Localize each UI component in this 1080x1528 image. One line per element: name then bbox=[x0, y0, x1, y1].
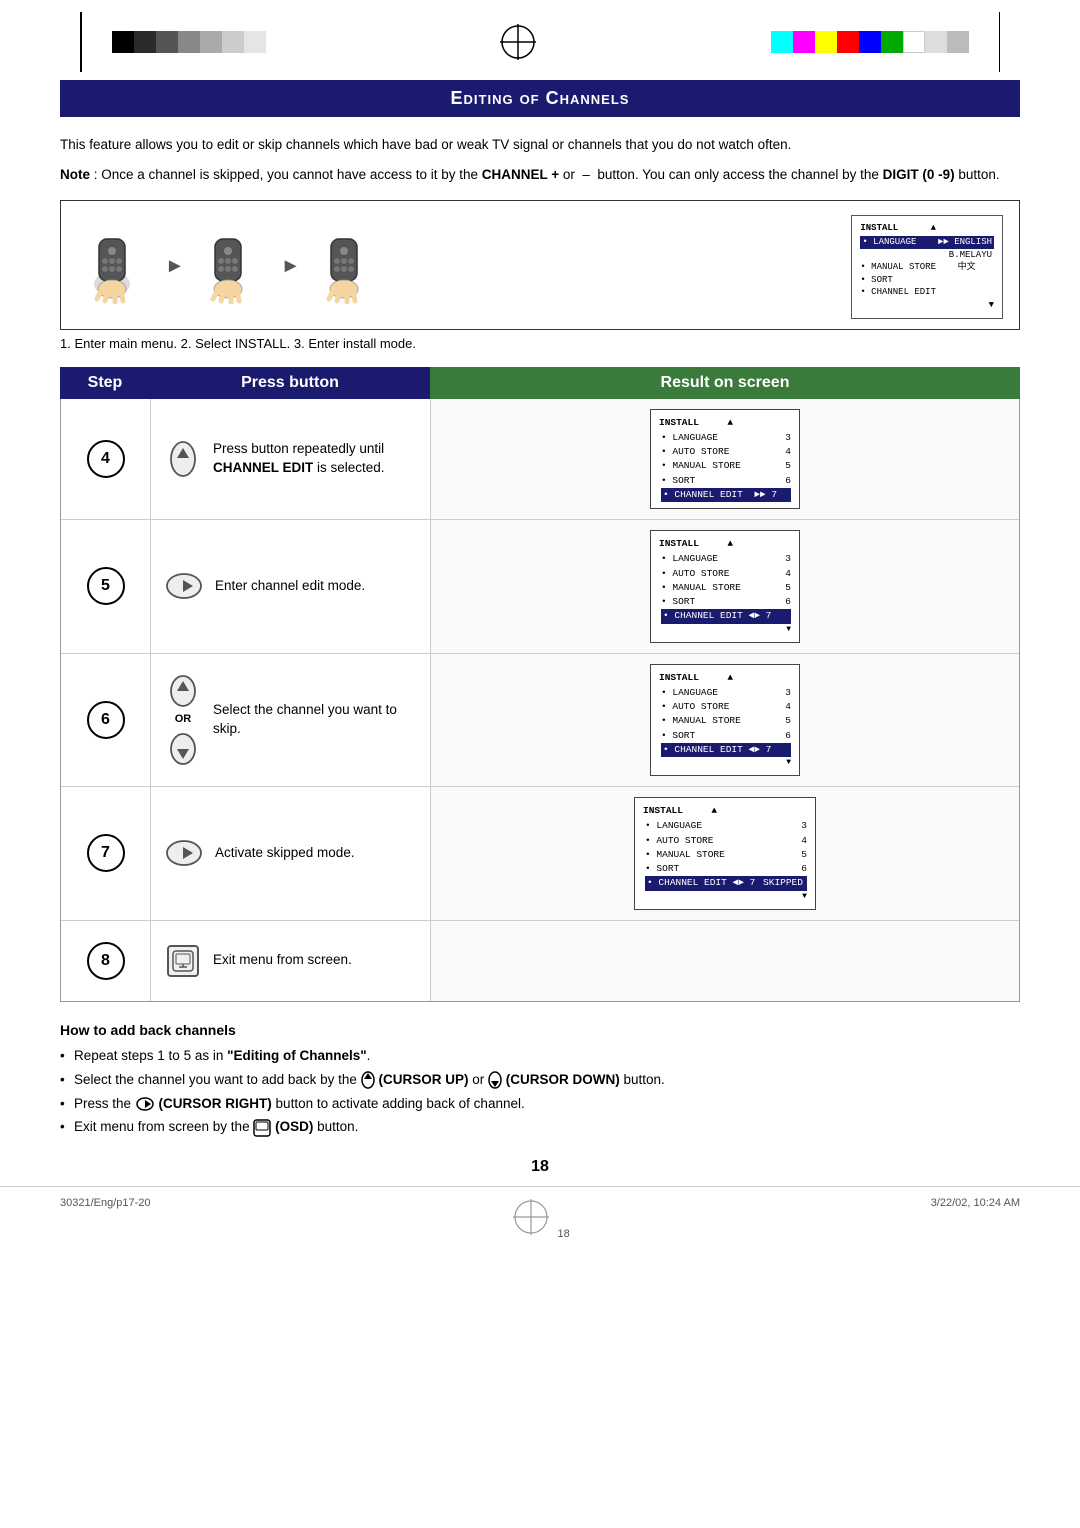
cursor-right-button bbox=[165, 572, 203, 600]
install-menu-preview: INSTALL ▲ • LANGUAGE ►► ENGLISH B.MELAYU… bbox=[851, 215, 1003, 319]
step-4-desc: Press button repeatedly until CHANNEL ED… bbox=[213, 440, 416, 478]
result-menu-7: INSTALL ▲ • LANGUAGE 3 • AUTO STORE 4 • … bbox=[634, 797, 816, 910]
cursor-right-btn-7 bbox=[165, 839, 203, 867]
step-num-4: 4 bbox=[61, 399, 151, 520]
result-menu-4: INSTALL ▲ • LANGUAGE 3 • AUTO STORE 4 • … bbox=[650, 409, 800, 510]
page-number: 18 bbox=[60, 1158, 1020, 1176]
list-item: Repeat steps 1 to 5 as in "Editing of Ch… bbox=[60, 1046, 1020, 1067]
result-menu-5: INSTALL ▲ • LANGUAGE 3 • AUTO STORE 4 • … bbox=[650, 530, 800, 643]
col-result: Result on screen bbox=[430, 367, 1020, 399]
col-step: Step bbox=[60, 367, 150, 399]
cursor-up-btn-6 bbox=[165, 674, 201, 708]
step-press-5: Enter channel edit mode. bbox=[151, 520, 431, 653]
step-8-desc: Exit menu from screen. bbox=[213, 951, 352, 970]
osd-button bbox=[165, 945, 201, 977]
or-label: OR bbox=[175, 712, 192, 727]
step-6-desc: Select the channel you want to skip. bbox=[213, 701, 416, 739]
install-steps-visual: ► ► bbox=[77, 229, 851, 304]
how-to-section: How to add back channels Repeat steps 1 … bbox=[60, 1022, 1020, 1139]
table-row: 6 OR bbox=[61, 654, 1019, 788]
step-rows-container: 4 Press button repeatedly until CHANNEL … bbox=[60, 399, 1020, 1002]
step-press-6: OR Select the channel you want to skip. bbox=[151, 654, 431, 787]
step-result-8 bbox=[431, 921, 1019, 1001]
step-result-6: INSTALL ▲ • LANGUAGE 3 • AUTO STORE 4 • … bbox=[431, 654, 1019, 787]
step-arrow-1: ► bbox=[165, 255, 185, 278]
crosshair-center bbox=[488, 22, 548, 62]
remote-hand-1 bbox=[77, 229, 157, 304]
step-num-7: 7 bbox=[61, 787, 151, 920]
footer-left: 30321/Eng/p17-20 bbox=[60, 1197, 151, 1240]
table-header: Step Press button Result on screen bbox=[60, 367, 1020, 399]
footer-right: 3/22/02, 10:24 AM bbox=[931, 1197, 1020, 1240]
right-color-swatches bbox=[771, 31, 969, 53]
list-item: Select the channel you want to add back … bbox=[60, 1070, 1020, 1091]
color-bars bbox=[0, 0, 1080, 80]
step-press-8: Exit menu from screen. bbox=[151, 921, 431, 1001]
table-row: 5 Enter channel edit mode. INSTALL ▲ • L… bbox=[61, 520, 1019, 654]
cursor-down-btn-6 bbox=[165, 732, 201, 766]
step-press-7: Activate skipped mode. bbox=[151, 787, 431, 920]
footer: 30321/Eng/p17-20 18 3/22/02, 10:24 AM bbox=[0, 1186, 1080, 1250]
step-press-4: Press button repeatedly until CHANNEL ED… bbox=[151, 399, 431, 520]
install-caption: 1. Enter main menu. 2. Select INSTALL. 3… bbox=[60, 336, 1020, 351]
step-result-5: INSTALL ▲ • LANGUAGE 3 • AUTO STORE 4 • … bbox=[431, 520, 1019, 653]
step-num-5: 5 bbox=[61, 520, 151, 653]
step-7-desc: Activate skipped mode. bbox=[215, 844, 355, 863]
how-to-list: Repeat steps 1 to 5 as in "Editing of Ch… bbox=[60, 1046, 1020, 1139]
intro-note: Note : Once a channel is skipped, you ca… bbox=[60, 165, 1020, 185]
right-reg-line bbox=[999, 12, 1001, 72]
step-arrow-2: ► bbox=[281, 255, 301, 278]
step-result-4: INSTALL ▲ • LANGUAGE 3 • AUTO STORE 4 • … bbox=[431, 399, 1019, 520]
remote-hand-3 bbox=[309, 229, 389, 304]
table-row: 8 Exit menu from screen. bbox=[61, 921, 1019, 1001]
install-illustration-box: ► ► bbox=[60, 200, 1020, 330]
footer-center: 18 bbox=[511, 1197, 569, 1240]
remote-hand-2 bbox=[193, 229, 273, 304]
table-row: 4 Press button repeatedly until CHANNEL … bbox=[61, 399, 1019, 521]
step-5-desc: Enter channel edit mode. bbox=[215, 577, 365, 596]
step-num-8: 8 bbox=[61, 921, 151, 1001]
table-row: 7 Activate skipped mode. INSTALL ▲ • LAN… bbox=[61, 787, 1019, 921]
cursor-up-button bbox=[165, 440, 201, 478]
intro-paragraph: This feature allows you to edit or skip … bbox=[60, 135, 1020, 155]
list-item: Press the (CURSOR RIGHT) button to activ… bbox=[60, 1094, 1020, 1115]
page-title: Editing of Channels bbox=[60, 80, 1020, 117]
col-press: Press button bbox=[150, 367, 430, 399]
result-menu-6: INSTALL ▲ • LANGUAGE 3 • AUTO STORE 4 • … bbox=[650, 664, 800, 777]
step-num-6: 6 bbox=[61, 654, 151, 787]
left-reg-line bbox=[80, 12, 82, 72]
how-to-title: How to add back channels bbox=[60, 1022, 1020, 1038]
step-result-7: INSTALL ▲ • LANGUAGE 3 • AUTO STORE 4 • … bbox=[431, 787, 1019, 920]
list-item: Exit menu from screen by the (OSD) butto… bbox=[60, 1117, 1020, 1138]
left-color-swatches bbox=[112, 31, 266, 53]
